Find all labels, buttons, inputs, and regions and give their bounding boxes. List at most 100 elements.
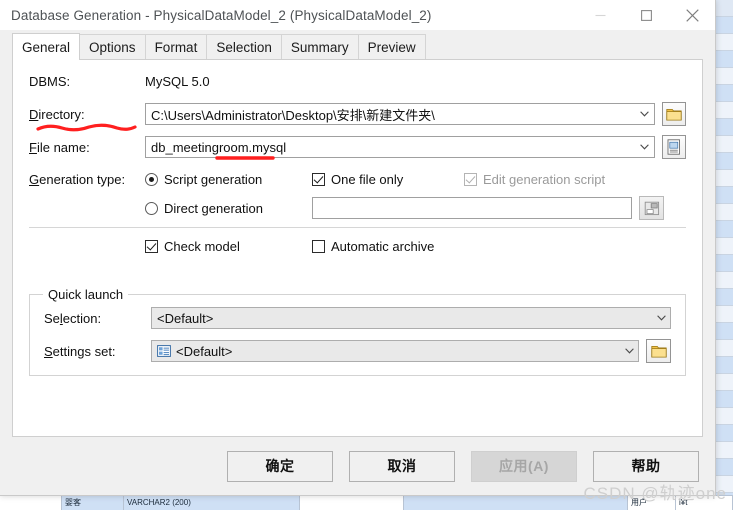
model-options-row: Check model Automatic archive [29, 239, 686, 254]
background-cell [716, 34, 733, 51]
general-tab-panel: DBMS: MySQL 5.0 Directory: C:\Users\Admi… [12, 59, 703, 437]
radio-dot-icon [145, 173, 158, 186]
checkbox-check-model[interactable]: Check model [145, 239, 312, 254]
check-icon [464, 173, 477, 186]
background-cell [716, 153, 733, 170]
settings-set-dropdown[interactable]: <Default> [151, 340, 640, 362]
background-cell [716, 408, 733, 425]
check-icon [312, 173, 325, 186]
filename-row: File name: db_meetingroom.mysql [29, 135, 686, 160]
selection-label-rest: ection: [62, 310, 102, 326]
selection-dropdown[interactable]: <Default> [151, 307, 671, 329]
check-icon [145, 240, 158, 253]
generation-type-rest: eneration type: [39, 172, 126, 187]
direct-connection-browse-button [639, 196, 664, 220]
window-controls [577, 0, 715, 30]
settings-set-accel: S [44, 343, 53, 359]
generation-type-accel: G [29, 172, 40, 187]
direct-connection-input[interactable] [312, 197, 632, 219]
filename-label: File name: [29, 140, 145, 155]
section-divider [29, 227, 686, 228]
generation-type-row: Generation type: Script generation One f… [29, 172, 686, 187]
filename-label-accel: F [29, 139, 37, 155]
tab-format[interactable]: Format [144, 34, 208, 59]
checkbox-automatic-archive[interactable]: Automatic archive [312, 239, 434, 254]
help-button[interactable]: 帮助 [593, 450, 699, 482]
checkbox-edit-generation-script: Edit generation script [464, 172, 605, 187]
background-cell [716, 289, 733, 306]
filename-input[interactable]: db_meetingroom.mysql [145, 136, 655, 158]
cancel-button[interactable]: 取消 [349, 450, 455, 482]
tab-preview[interactable]: Preview [357, 34, 426, 59]
quick-launch-group-title: Quick launch [43, 287, 129, 302]
background-cell [716, 204, 733, 221]
background-right-column [715, 0, 733, 510]
background-cell [716, 0, 733, 17]
tab-summary[interactable]: Summary [280, 34, 359, 59]
tab-selection[interactable]: Selection [206, 34, 282, 59]
checkbox-one-file-only[interactable]: One file only [312, 172, 464, 187]
maximize-icon[interactable] [623, 0, 669, 30]
background-cell [716, 323, 733, 340]
csdn-watermark: CSDN @轨迹one [583, 484, 727, 503]
quick-launch-selection-row: Selection: <Default> [44, 307, 671, 329]
background-cell [716, 442, 733, 459]
settings-set-label: Settings set: [44, 344, 151, 359]
tab-general[interactable]: General [12, 33, 81, 60]
directory-row: Directory: C:\Users\Administrator\Deskto… [29, 102, 686, 132]
generation-type-label: Generation type: [29, 172, 145, 187]
settings-set-value: <Default> [176, 343, 233, 359]
radio-script-generation-label: Script generation [164, 172, 263, 187]
tab-strip: General Options Format Selection Summary… [12, 33, 715, 60]
background-cell [716, 340, 733, 357]
folder-icon [666, 109, 682, 121]
background-cell [716, 136, 733, 153]
background-cell [716, 170, 733, 187]
selection-value: <Default> [157, 310, 214, 326]
directory-label-rest: irectory: [38, 106, 85, 122]
folder-icon [650, 346, 667, 358]
directory-red-underline-annotation [36, 123, 137, 132]
directory-input[interactable]: C:\Users\Administrator\Desktop\安排\新建文件夹\ [145, 103, 655, 125]
database-connect-icon [644, 201, 659, 215]
dbms-label: DBMS: [29, 74, 71, 89]
close-icon[interactable] [669, 0, 715, 30]
radio-dot-icon [145, 201, 158, 215]
background-cell [716, 85, 733, 102]
checkbox-automatic-archive-label: Automatic archive [331, 239, 435, 254]
settings-set-browse-button[interactable] [646, 339, 671, 363]
background-cell [716, 255, 733, 272]
filename-browse-button[interactable] [661, 135, 686, 159]
ok-button[interactable]: 确定 [227, 450, 333, 482]
radio-direct-generation[interactable]: Direct generation [145, 201, 312, 216]
radio-script-generation[interactable]: Script generation [145, 172, 312, 187]
background-cell [716, 51, 733, 68]
minimize-icon[interactable] [577, 0, 623, 30]
background-cell [716, 306, 733, 323]
chevron-down-icon[interactable] [636, 137, 654, 157]
dbms-value: MySQL 5.0 [145, 74, 210, 89]
database-generation-dialog: Database Generation - PhysicalDataModel_… [0, 0, 716, 496]
background-cell [716, 221, 733, 238]
radio-direct-generation-label: Direct generation [164, 200, 263, 216]
directory-browse-button[interactable] [661, 102, 686, 126]
selection-label: Selection: [44, 310, 102, 326]
background-cell: 婴客 [62, 496, 124, 510]
background-cell [716, 102, 733, 119]
chevron-down-icon[interactable] [636, 104, 654, 124]
title-bar: Database Generation - PhysicalDataModel_… [0, 0, 715, 30]
background-cell [716, 68, 733, 85]
dbms-row: DBMS: MySQL 5.0 [29, 74, 686, 89]
chevron-down-icon[interactable] [620, 341, 638, 361]
direct-generation-row: Direct generation [29, 196, 686, 220]
tab-options[interactable]: Options [79, 34, 146, 59]
document-icon [667, 139, 680, 155]
check-icon [312, 240, 325, 253]
directory-label: Directory: [29, 107, 145, 122]
directory-label-accel: D [29, 106, 39, 122]
filename-value: db_meetingroom.mysql [151, 139, 287, 155]
apply-button: 应用(A) [471, 450, 577, 482]
background-cell [716, 357, 733, 374]
chevron-down-icon[interactable] [652, 308, 670, 328]
background-cell [716, 119, 733, 136]
